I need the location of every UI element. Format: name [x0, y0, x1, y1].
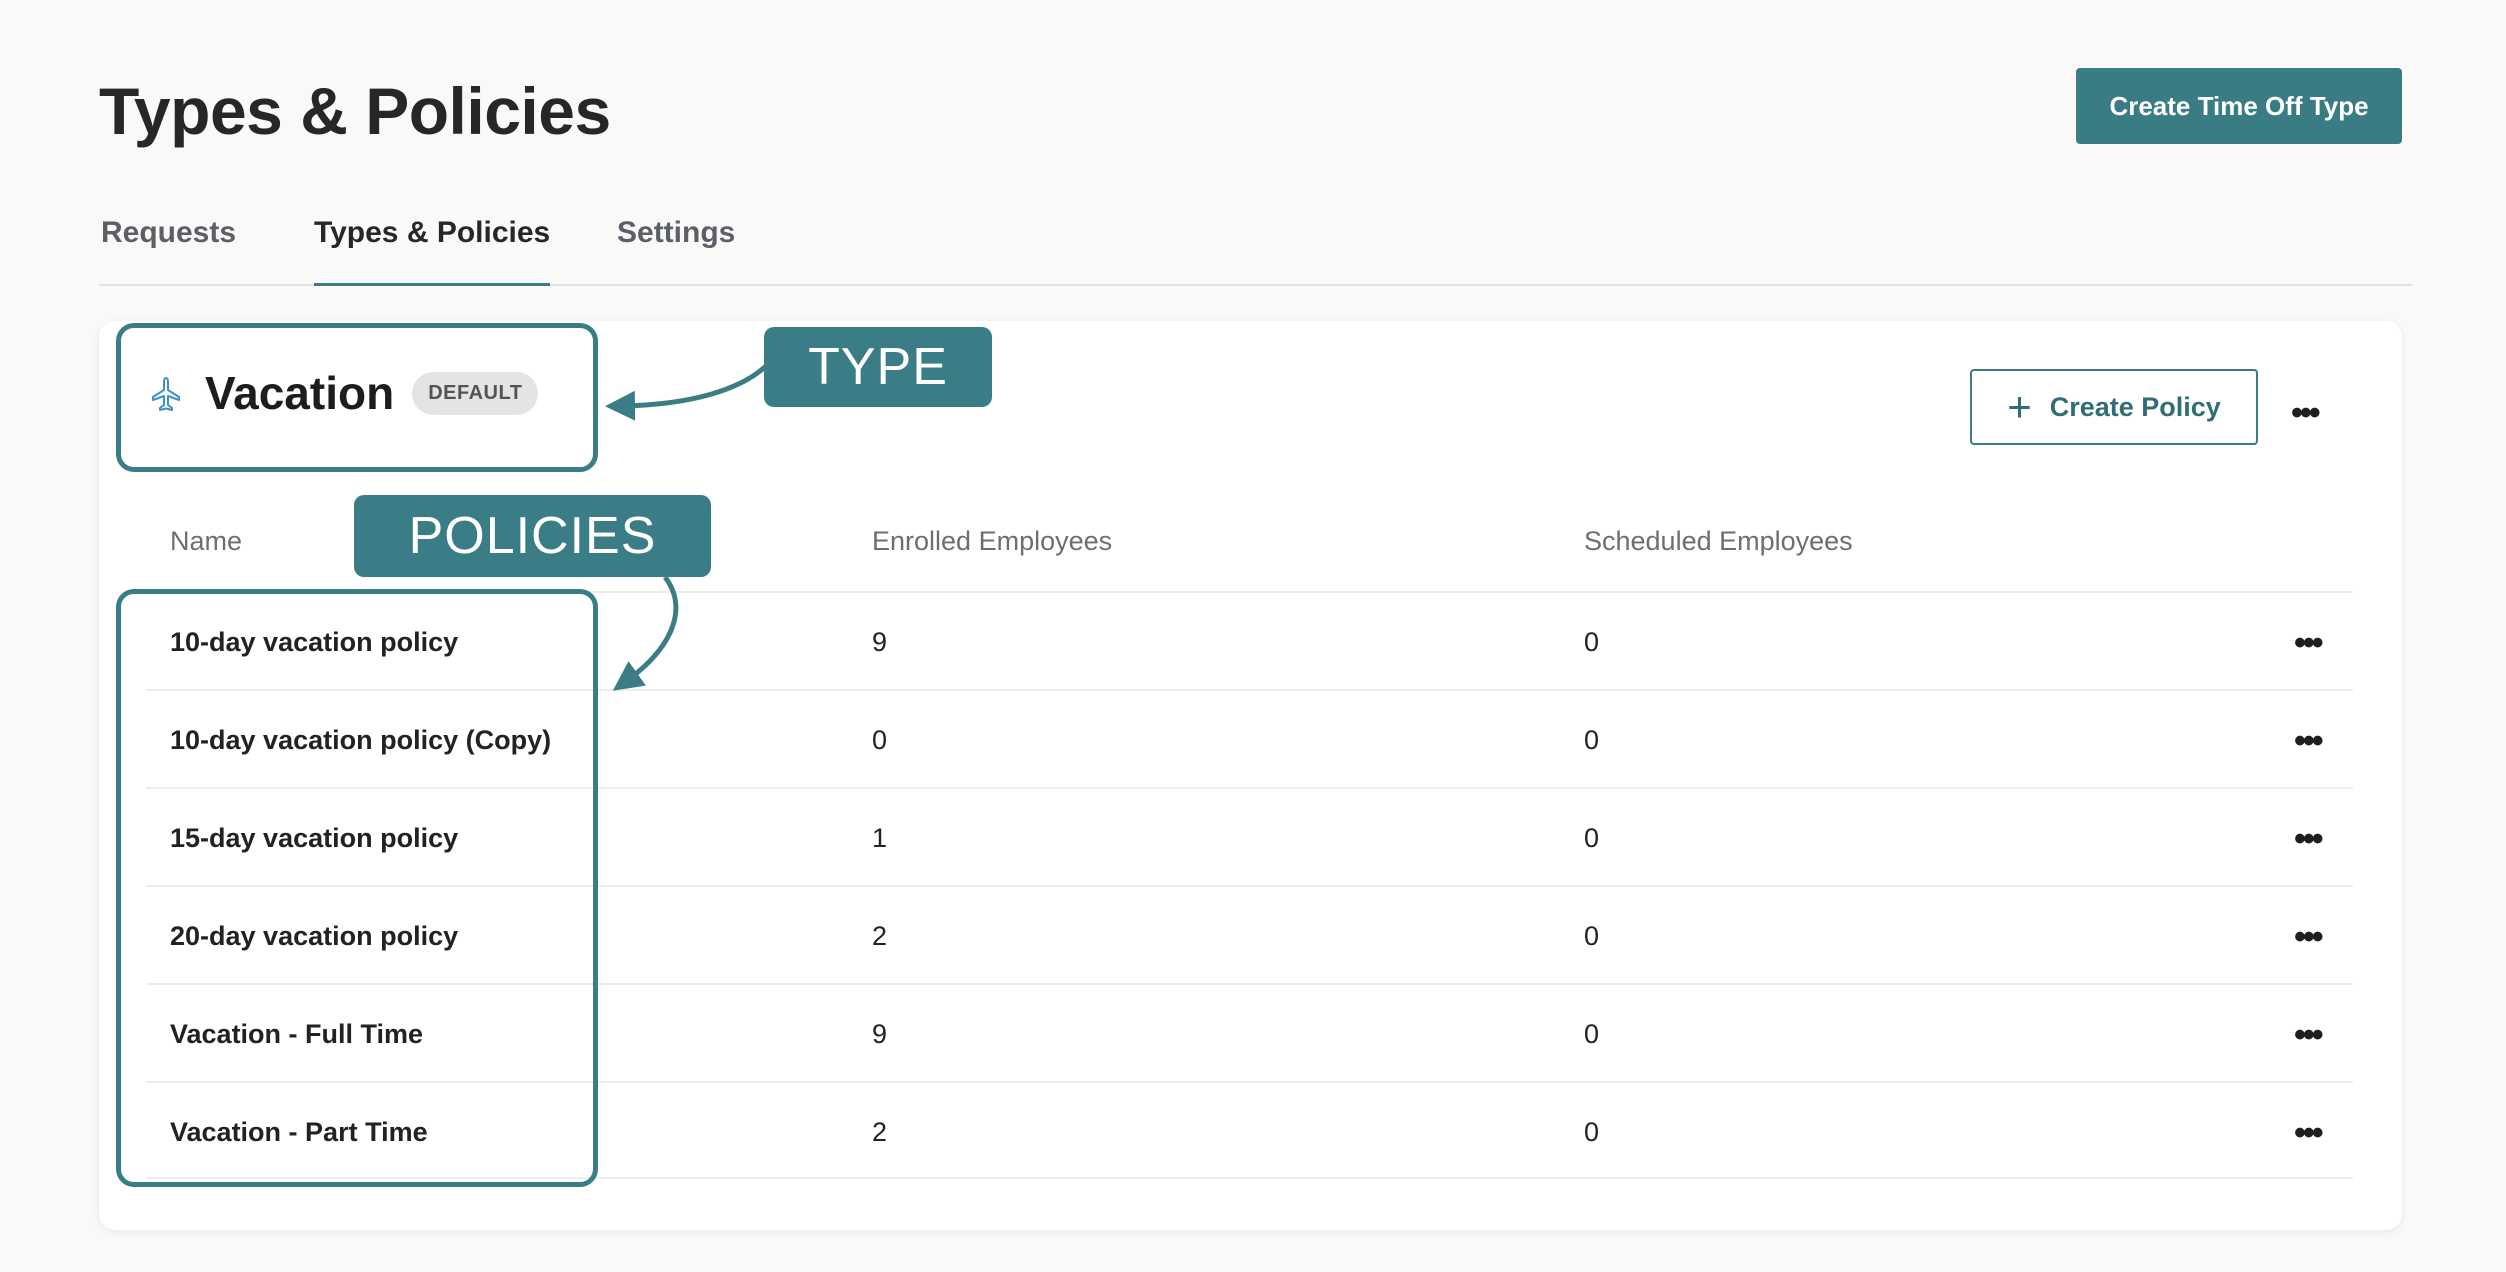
row-more-options-button[interactable]: •••: [2294, 1018, 2324, 1052]
scheduled-count: 0: [1584, 921, 1600, 951]
tab-settings[interactable]: Settings: [617, 205, 735, 286]
scheduled-count: 0: [1584, 627, 1600, 657]
row-more-options-button[interactable]: •••: [2294, 1116, 2324, 1150]
type-more-options-button[interactable]: •••: [2291, 396, 2321, 430]
column-header-name[interactable]: Name: [170, 526, 242, 557]
type-callout-label: TYPE: [764, 327, 992, 407]
column-header-scheduled[interactable]: Scheduled Employees: [1584, 526, 1853, 557]
create-policy-button[interactable]: + Create Policy: [1970, 369, 2258, 445]
policies-highlight-box: [116, 589, 598, 1187]
plus-icon: +: [2007, 383, 2032, 430]
type-highlight-box: [116, 323, 598, 472]
enrolled-count: 2: [872, 1117, 888, 1147]
row-more-options-button[interactable]: •••: [2294, 626, 2324, 660]
row-more-options-button[interactable]: •••: [2294, 724, 2324, 758]
row-more-options-button[interactable]: •••: [2294, 822, 2324, 856]
policies-callout-label: POLICIES: [354, 495, 711, 577]
row-more-options-button[interactable]: •••: [2294, 920, 2324, 954]
tab-bar: Requests Types & Policies Settings: [99, 205, 2412, 286]
enrolled-count: 0: [872, 725, 888, 755]
enrolled-count: 9: [872, 627, 888, 657]
scheduled-count: 0: [1584, 725, 1600, 755]
scheduled-count: 0: [1584, 823, 1600, 853]
scheduled-count: 0: [1584, 1019, 1600, 1049]
enrolled-count: 9: [872, 1019, 888, 1049]
create-policy-label: Create Policy: [2049, 391, 2221, 422]
column-header-enrolled[interactable]: Enrolled Employees: [872, 526, 1112, 557]
tab-requests[interactable]: Requests: [101, 205, 236, 286]
enrolled-count: 2: [872, 921, 888, 951]
enrolled-count: 1: [872, 823, 888, 853]
tab-types-policies[interactable]: Types & Policies: [314, 205, 551, 286]
create-time-off-type-button[interactable]: Create Time Off Type: [2076, 68, 2402, 144]
scheduled-count: 0: [1584, 1117, 1600, 1147]
page-title: Types & Policies: [99, 74, 611, 148]
